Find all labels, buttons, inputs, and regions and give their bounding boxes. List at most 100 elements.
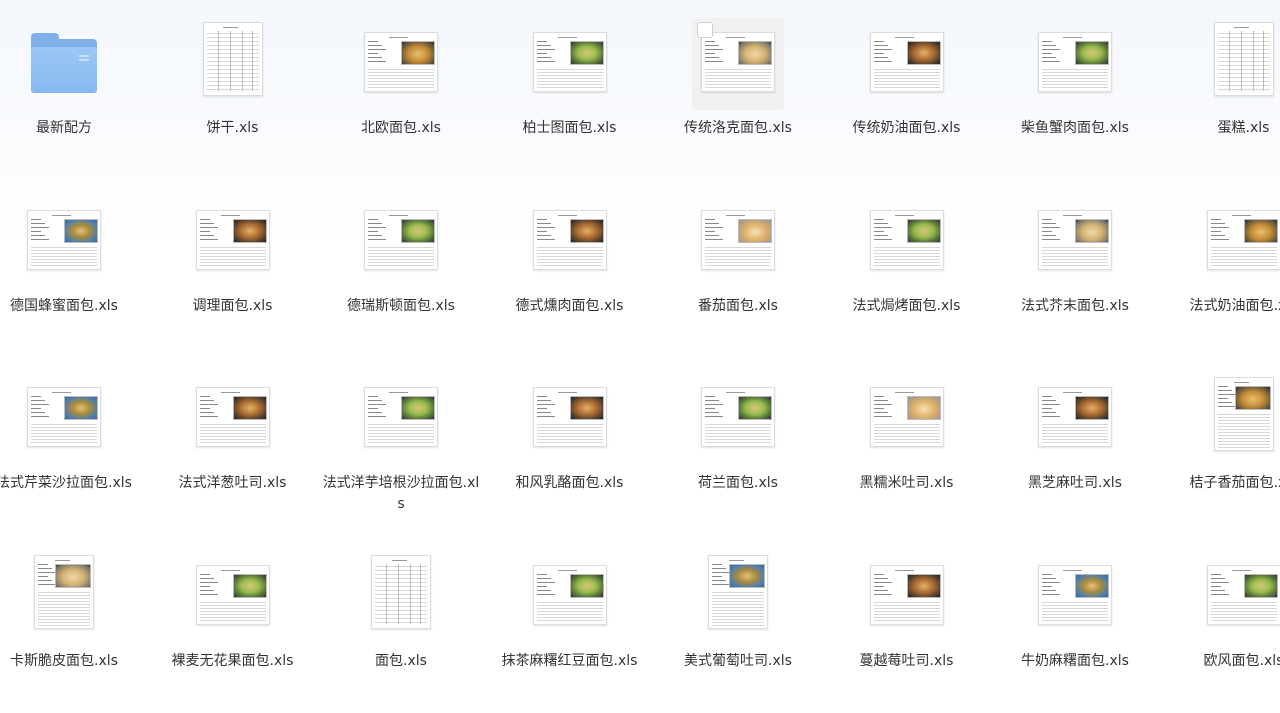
- file-name-label: 裸麦无花果面包.xls: [171, 653, 294, 669]
- file-grid: 最新配方 饼干.xls 北欧面包.xls 柏士图面包.xls 传统洛克面包.xls 传统奶…: [0, 0, 1280, 713]
- spreadsheet-icon: [1038, 210, 1112, 270]
- thumbnail: [486, 523, 654, 625]
- thumbnail: [149, 0, 317, 96]
- spreadsheet-icon: [1038, 565, 1112, 625]
- thumbnail: [654, 523, 822, 629]
- file-item[interactable]: 欧风面包.xls: [1160, 523, 1280, 695]
- file-item[interactable]: 面包.xls: [317, 523, 485, 695]
- file-item[interactable]: 黑芝麻吐司.xls: [991, 345, 1159, 517]
- spreadsheet-icon: [1038, 32, 1112, 92]
- file-name-label: 法式洋葱吐司.xls: [178, 475, 287, 491]
- file-item[interactable]: 柴鱼蟹肉面包.xls: [991, 0, 1159, 162]
- spreadsheet-icon: [708, 555, 768, 629]
- file-name-label: 饼干.xls: [206, 120, 259, 136]
- file-item[interactable]: 和风乳酪面包.xls: [486, 345, 654, 517]
- file-item[interactable]: 法式洋葱吐司.xls: [149, 345, 317, 517]
- spreadsheet-icon: [869, 565, 944, 625]
- thumbnail: [317, 345, 485, 447]
- file-name-label: 黑糯米吐司.xls: [859, 475, 954, 491]
- thumbnail: [317, 168, 485, 270]
- thumbnail: [654, 168, 822, 270]
- file-item[interactable]: 德国蜂蜜面包.xls: [0, 168, 148, 340]
- folder-item[interactable]: 最新配方: [0, 0, 148, 162]
- file-item[interactable]: 德式燻肉面包.xls: [486, 168, 654, 340]
- thumbnail: [0, 523, 148, 629]
- file-item[interactable]: 裸麦无花果面包.xls: [149, 523, 317, 695]
- spreadsheet-icon: [27, 387, 101, 447]
- file-item[interactable]: 桔子香茄面包.xls: [1160, 345, 1280, 517]
- spreadsheet-icon: [869, 32, 944, 92]
- thumbnail: [317, 0, 485, 92]
- spreadsheet-icon: [27, 210, 101, 270]
- spreadsheet-icon: [1206, 210, 1280, 270]
- file-name-label: 法式奶油面包.xls: [1189, 298, 1280, 314]
- file-item[interactable]: 牛奶麻糬面包.xls: [991, 523, 1159, 695]
- thumbnail: [0, 168, 148, 270]
- spreadsheet-icon: [1213, 377, 1274, 451]
- thumbnail: [486, 168, 654, 270]
- file-item[interactable]: 抹茶麻糬红豆面包.xls: [486, 523, 654, 695]
- file-name-label: 传统奶油面包.xls: [852, 120, 961, 136]
- spreadsheet-icon: [532, 32, 607, 92]
- file-name-label: 蛋糕.xls: [1217, 120, 1270, 136]
- file-item[interactable]: 法式芹菜沙拉面包.xls: [0, 345, 148, 517]
- folder-icon: [31, 32, 97, 93]
- file-item[interactable]: 北欧面包.xls: [317, 0, 485, 162]
- spreadsheet-icon: [1213, 22, 1274, 96]
- file-item[interactable]: 德瑞斯顿面包.xls: [317, 168, 485, 340]
- thumbnail: [149, 523, 317, 625]
- thumbnail: [823, 0, 991, 92]
- file-item[interactable]: 柏士图面包.xls: [486, 0, 654, 162]
- file-name-label: 法式芥末面包.xls: [1021, 298, 1129, 314]
- spreadsheet-icon: [532, 210, 607, 270]
- file-item[interactable]: 黑糯米吐司.xls: [823, 345, 991, 517]
- file-name-label: 柴鱼蟹肉面包.xls: [1021, 120, 1129, 136]
- thumbnail: [486, 345, 654, 447]
- file-item[interactable]: 卡斯脆皮面包.xls: [0, 523, 148, 695]
- file-item[interactable]: 蛋糕.xls: [1160, 0, 1280, 162]
- file-name-label: 面包.xls: [375, 653, 427, 669]
- file-item[interactable]: 番茄面包.xls: [654, 168, 822, 340]
- file-item[interactable]: 法式奶油面包.xls: [1160, 168, 1280, 340]
- file-name-label: 牛奶麻糬面包.xls: [1021, 653, 1129, 669]
- file-item[interactable]: 法式焗烤面包.xls: [823, 168, 991, 340]
- file-item[interactable]: 传统奶油面包.xls: [823, 0, 991, 162]
- file-item[interactable]: 荷兰面包.xls: [654, 345, 822, 517]
- thumbnail: [1160, 345, 1280, 451]
- thumbnail: [991, 345, 1159, 447]
- spreadsheet-icon: [1206, 565, 1280, 625]
- file-name-label: 桔子香茄面包.xls: [1189, 475, 1280, 491]
- file-item[interactable]: 法式芥末面包.xls: [991, 168, 1159, 340]
- thumbnail: [0, 0, 148, 93]
- thumbnail: [991, 523, 1159, 625]
- thumbnail: [149, 168, 317, 270]
- file-item[interactable]: 蔓越莓吐司.xls: [823, 523, 991, 695]
- thumbnail: [991, 168, 1159, 270]
- file-name-label: 最新配方: [36, 120, 92, 136]
- file-item[interactable]: 美式葡萄吐司.xls: [654, 523, 822, 695]
- file-name-label: 法式洋芋培根沙拉面包.xls: [322, 475, 480, 512]
- file-item[interactable]: 调理面包.xls: [149, 168, 317, 340]
- file-item[interactable]: 饼干.xls: [149, 0, 317, 162]
- spreadsheet-icon: [869, 210, 944, 270]
- spreadsheet-icon: [195, 387, 270, 447]
- file-name-label: 柏士图面包.xls: [522, 120, 617, 136]
- spreadsheet-icon: [701, 210, 775, 270]
- file-name-label: 法式芹菜沙拉面包.xls: [0, 475, 132, 491]
- thumbnail: [654, 345, 822, 447]
- thumbnail: [991, 0, 1159, 92]
- thumbnail: [823, 345, 991, 447]
- spreadsheet-icon: [364, 210, 438, 270]
- file-name-label: 荷兰面包.xls: [698, 475, 778, 491]
- spreadsheet-icon: [869, 387, 944, 447]
- file-name-label: 美式葡萄吐司.xls: [684, 653, 792, 669]
- spreadsheet-icon: [532, 387, 607, 447]
- thumbnail: [823, 523, 991, 625]
- select-checkbox[interactable]: [697, 22, 713, 38]
- file-name-label: 抹茶麻糬红豆面包.xls: [501, 653, 638, 669]
- spreadsheet-icon: [364, 387, 438, 447]
- file-name-label: 卡斯脆皮面包.xls: [10, 653, 118, 669]
- thumbnail: [654, 0, 822, 110]
- file-item[interactable]: 传统洛克面包.xls: [654, 0, 822, 162]
- file-item[interactable]: 法式洋芋培根沙拉面包.xls: [317, 345, 485, 517]
